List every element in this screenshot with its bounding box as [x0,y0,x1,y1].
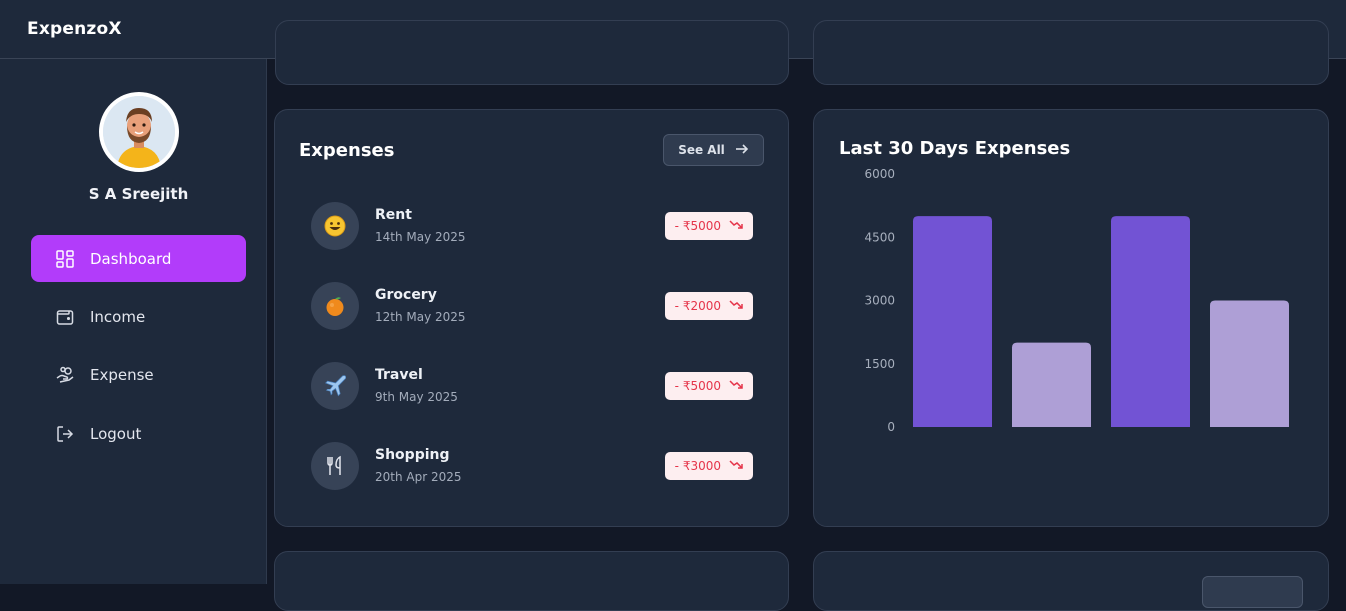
expense-amount: - ₹5000 [674,379,721,393]
chart-bar[interactable] [1012,342,1091,427]
y-tick-label: 0 [887,420,895,434]
expenses-card: Expenses See All Rent 14th May 2025 - ₹5… [274,109,789,527]
chart-bar[interactable] [1111,216,1190,427]
expense-date: 12th May 2025 [375,310,466,324]
trend-down-icon [729,299,743,313]
expense-date: 20th Apr 2025 [375,470,462,484]
sidebar-item-label: Dashboard [90,249,172,268]
amount-badge: - ₹5000 [664,372,753,400]
chart-card: Last 30 Days Expenses 6000 4500 3000 1500 0 [813,109,1329,527]
card-partial-top-right [813,20,1329,85]
expense-name: Grocery [375,287,437,303]
chart-bar[interactable] [1210,300,1289,428]
see-all-button[interactable]: See All [663,134,764,166]
card-partial-bottom-right [813,551,1329,611]
sidebar-item-label: Expense [90,365,154,384]
orange-emoji-icon [311,282,359,330]
partial-button[interactable] [1202,576,1303,608]
expense-name: Rent [375,207,412,223]
bar-chart: 6000 4500 3000 1500 0 [864,167,1289,434]
see-all-label: See All [678,143,725,157]
sidebar: S A Sreejith Dashboard Income Expense Lo… [0,59,267,584]
expense-date: 9th May 2025 [375,390,458,404]
wallet-icon [55,307,75,327]
y-tick-label: 6000 [864,167,895,181]
airplane-emoji-icon [311,362,359,410]
list-item[interactable]: Grocery 12th May 2025 - ₹2000 [311,282,753,332]
avatar [99,92,179,172]
expense-amount: - ₹2000 [674,299,721,313]
expense-amount: - ₹3000 [674,459,721,473]
avatar-image [103,96,175,168]
list-item[interactable]: Travel 9th May 2025 - ₹5000 [311,362,753,412]
list-item[interactable]: Rent 14th May 2025 - ₹5000 [311,202,753,252]
logout-icon [55,424,75,444]
trend-down-icon [729,379,743,393]
amount-badge: - ₹5000 [664,212,753,240]
smiley-emoji-icon [311,202,359,250]
app-title: ExpenzoX [27,19,122,39]
amount-badge: - ₹2000 [664,292,753,320]
sidebar-item-label: Income [90,307,146,326]
amount-badge: - ₹3000 [664,452,753,480]
expense-date: 14th May 2025 [375,230,466,244]
list-item[interactable]: Shopping 20th Apr 2025 - ₹3000 [311,442,753,492]
y-tick-label: 4500 [864,230,895,244]
card-partial-bottom-left [274,551,789,611]
dashboard-icon [55,249,75,269]
expenses-title: Expenses [299,140,395,161]
user-name: S A Sreejith [88,185,189,203]
trend-down-icon [729,459,743,473]
arrow-right-icon [735,143,749,158]
card-partial-top-left [275,20,789,85]
expense-name: Shopping [375,447,450,463]
sidebar-item-expense[interactable]: Expense [31,351,246,398]
y-tick-label: 3000 [864,294,895,308]
hand-coins-icon [55,365,75,385]
utensils-icon [311,442,359,490]
chart-bar[interactable] [913,216,992,427]
expense-name: Travel [375,367,423,383]
sidebar-item-logout[interactable]: Logout [31,410,246,457]
sidebar-item-label: Logout [90,424,142,443]
y-tick-label: 1500 [864,357,895,371]
sidebar-item-income[interactable]: Income [31,293,246,340]
sidebar-item-dashboard[interactable]: Dashboard [31,235,246,282]
expense-amount: - ₹5000 [674,219,721,233]
trend-down-icon [729,219,743,233]
